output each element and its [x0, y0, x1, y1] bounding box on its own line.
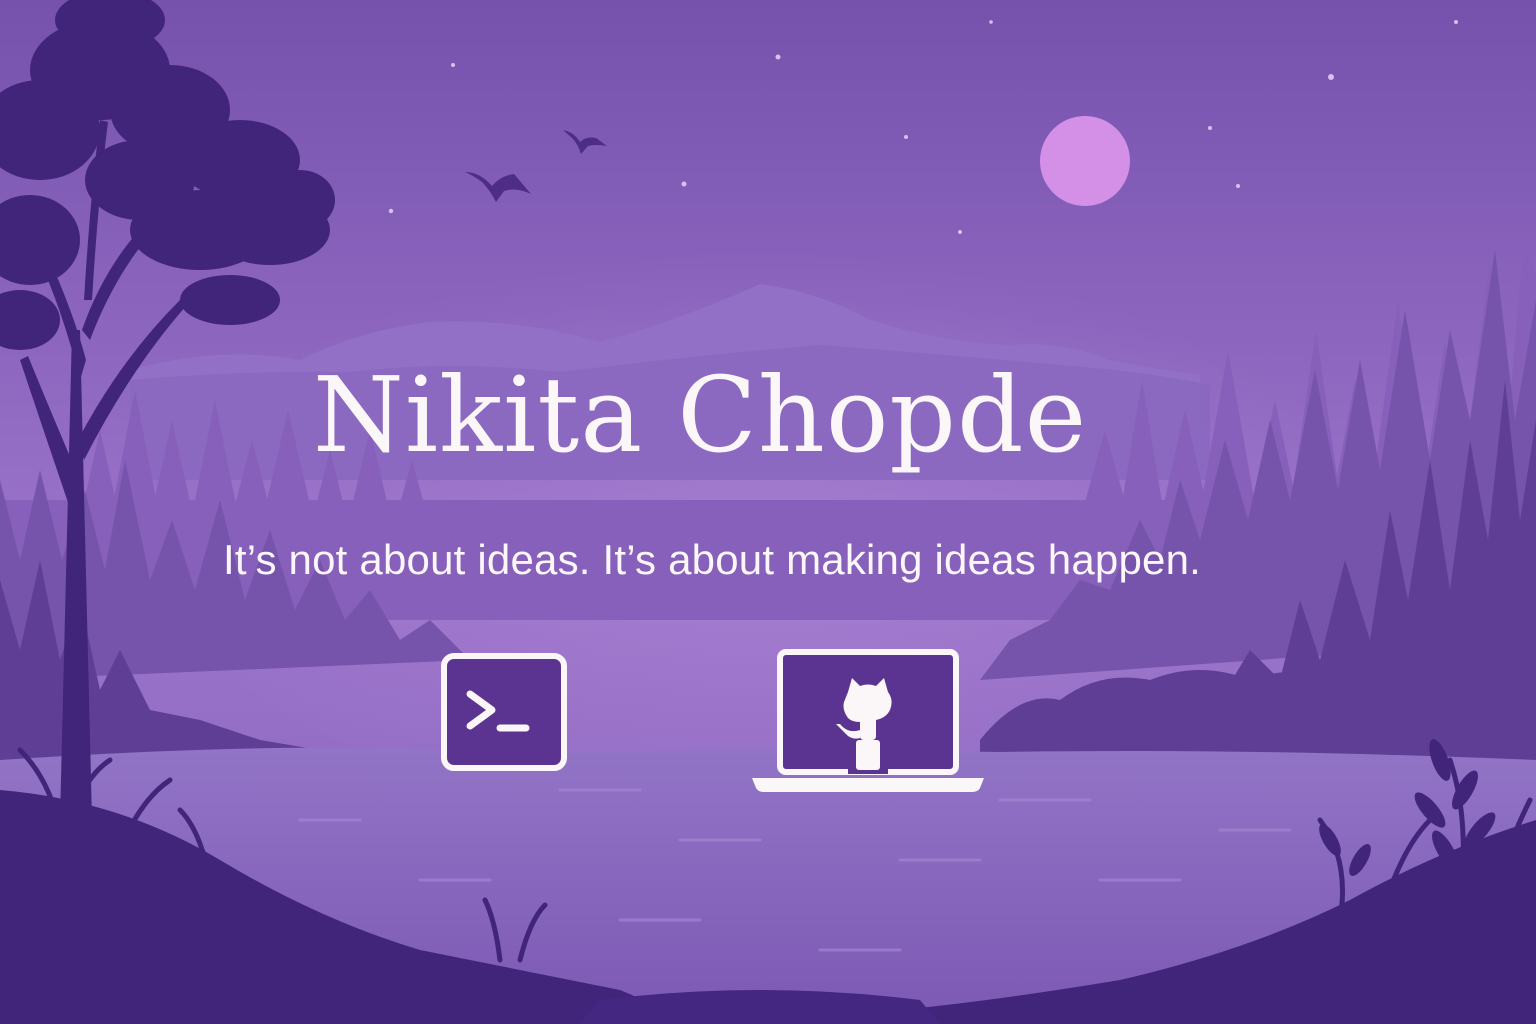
hero-name: Nikita Chopde [312, 354, 1088, 476]
terminal-link[interactable] [440, 652, 568, 772]
hero-tagline: It’s not about ideas. It’s about making … [222, 536, 1202, 583]
hero-banner: Nikita Chopde It’s not about ideas. It’s… [0, 0, 1536, 1024]
terminal-icon [441, 653, 567, 771]
moon [1040, 116, 1130, 206]
github-link[interactable] [748, 648, 988, 794]
github-laptop-icon [752, 649, 984, 792]
forest-lake-illustration [0, 0, 1536, 1024]
